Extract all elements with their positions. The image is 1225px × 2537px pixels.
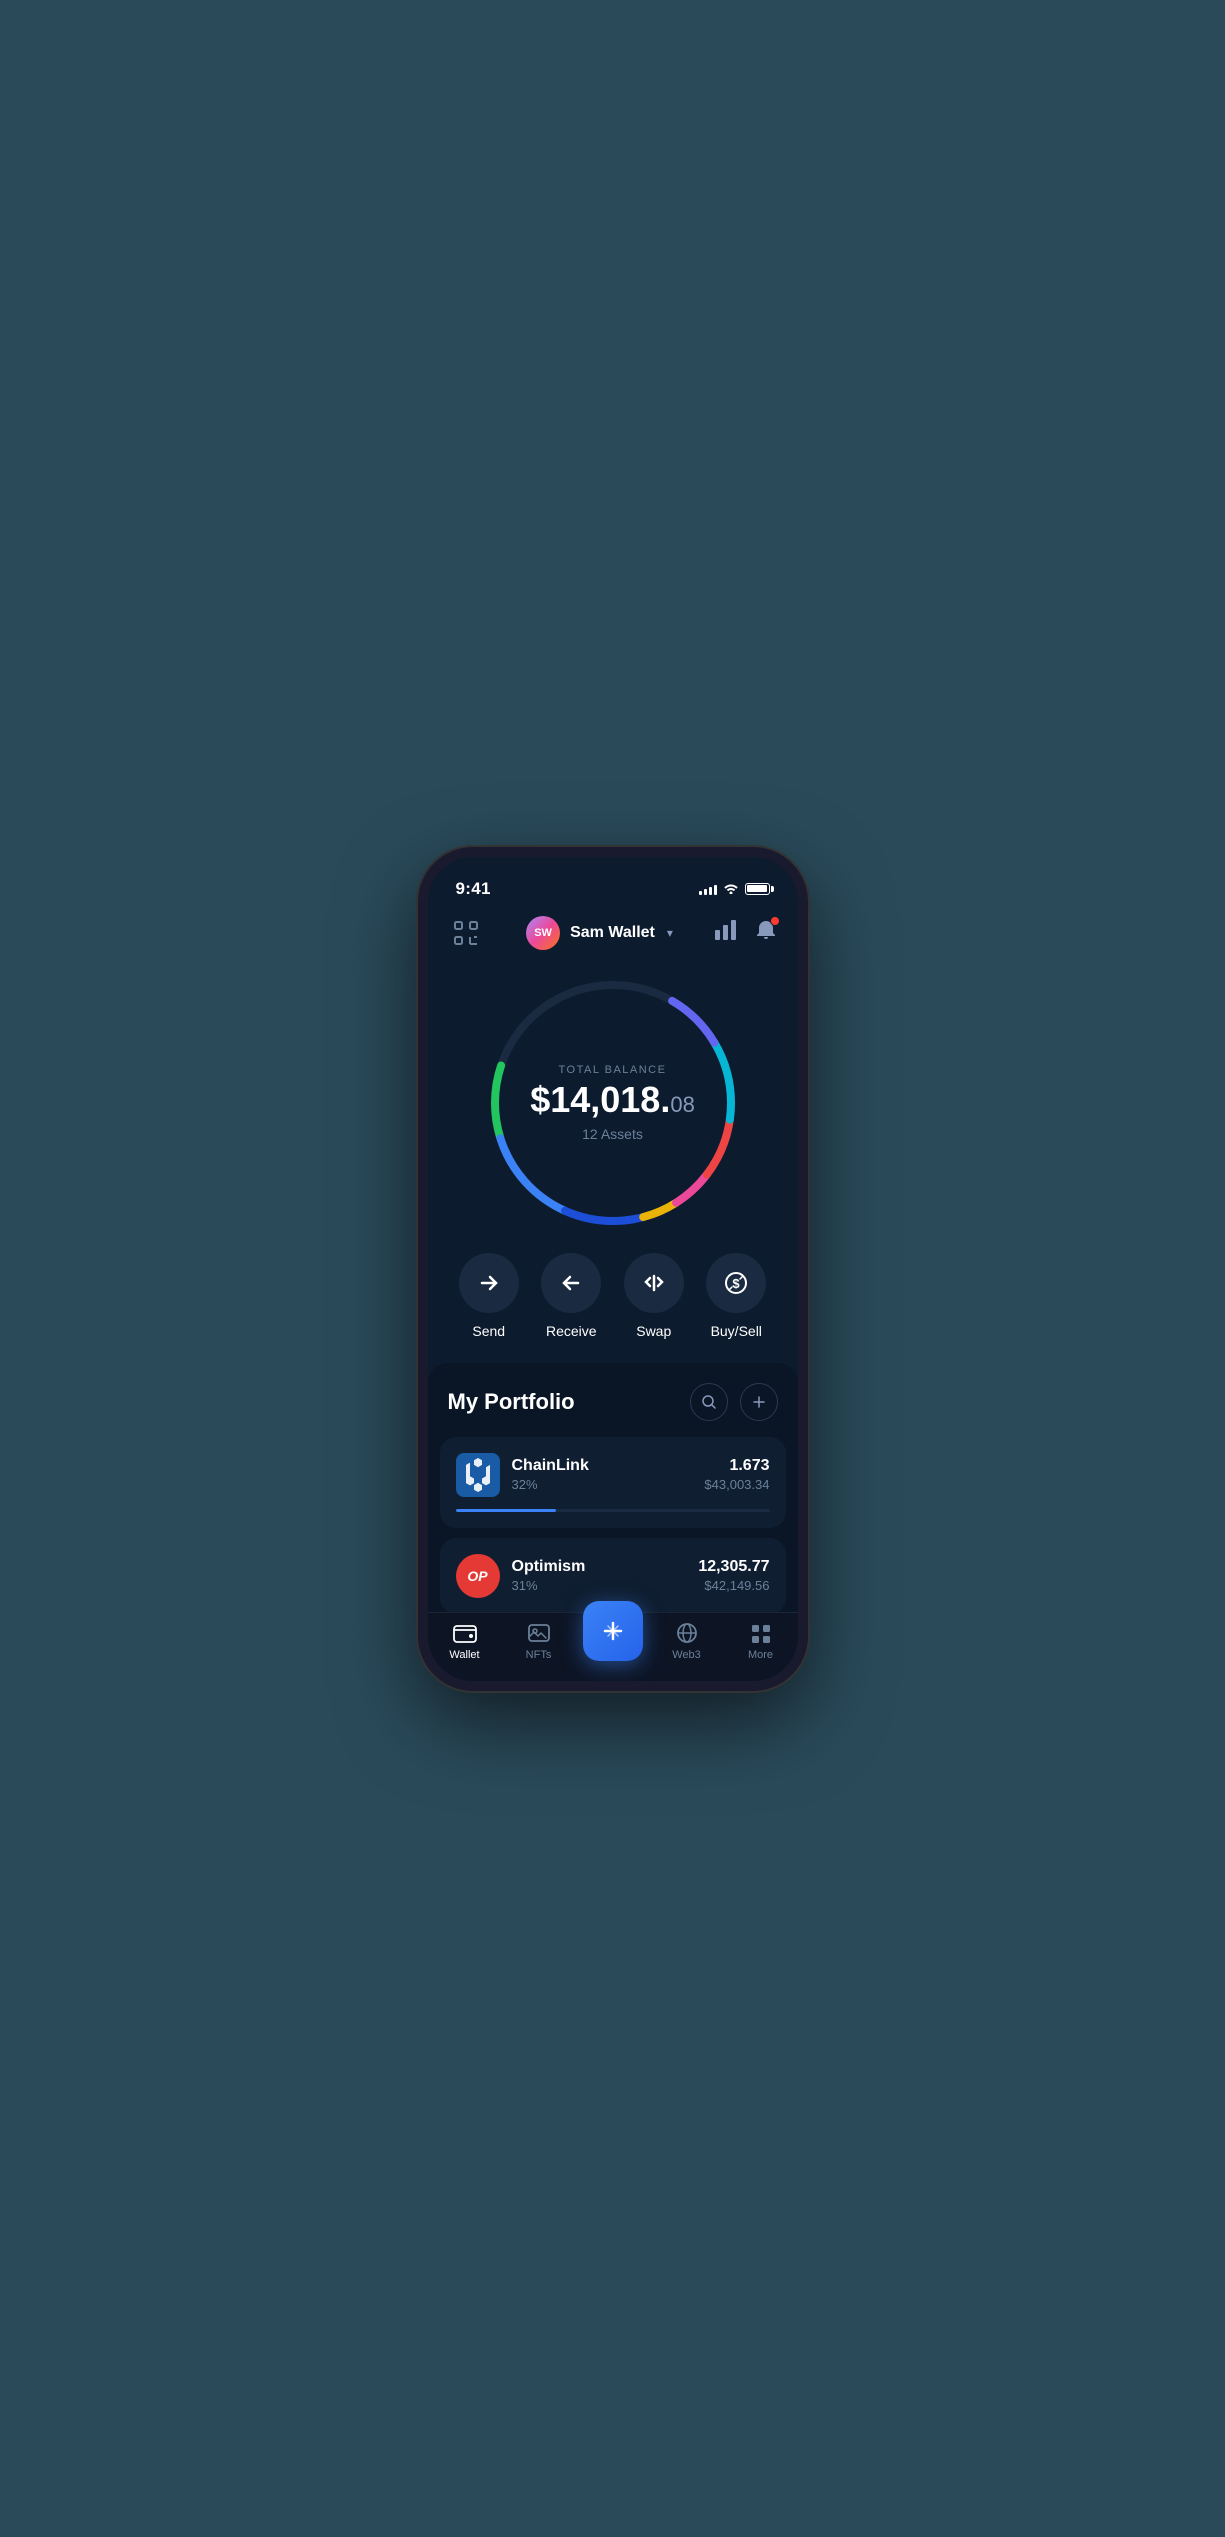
avatar: SW xyxy=(526,916,560,950)
buysell-icon: $ xyxy=(706,1253,766,1313)
nav-wallet[interactable]: Wallet xyxy=(435,1621,495,1661)
status-icons xyxy=(699,881,770,897)
asset-value: $43,003.34 xyxy=(704,1477,769,1492)
bottom-nav: Wallet NFTs xyxy=(428,1612,798,1681)
web3-icon xyxy=(675,1621,699,1645)
wallet-nav-label: Wallet xyxy=(449,1649,479,1661)
swap-button[interactable]: Swap xyxy=(624,1253,684,1339)
wifi-icon xyxy=(723,881,739,897)
screen: 9:41 xyxy=(428,857,798,1681)
notification-button[interactable] xyxy=(755,919,777,946)
asset-right: 1.673 $43,003.34 xyxy=(704,1457,769,1492)
chevron-down-icon: ▾ xyxy=(667,926,673,940)
signal-bars-icon xyxy=(699,883,717,895)
scan-button[interactable] xyxy=(448,915,484,951)
more-nav-label: More xyxy=(748,1649,773,1661)
asset-name: ChainLink xyxy=(512,1457,589,1475)
asset-left: ChainLink 32% xyxy=(456,1453,589,1497)
asset-details: Optimism 31% xyxy=(512,1558,586,1593)
battery-icon xyxy=(745,883,770,895)
portfolio-section: My Portfolio xyxy=(428,1363,798,1681)
nav-web3[interactable]: Web3 xyxy=(657,1621,717,1661)
balance-assets: 12 Assets xyxy=(523,1126,703,1142)
web3-nav-label: Web3 xyxy=(672,1649,701,1661)
asset-value: $42,149.56 xyxy=(698,1578,769,1593)
asset-progress-bar xyxy=(456,1509,770,1512)
list-item[interactable]: ChainLink 32% 1.673 $43,003.34 xyxy=(440,1437,786,1528)
status-time: 9:41 xyxy=(456,879,491,899)
portfolio-search-button[interactable] xyxy=(690,1383,728,1421)
asset-list: ChainLink 32% 1.673 $43,003.34 xyxy=(428,1437,798,1612)
portfolio-header: My Portfolio xyxy=(428,1363,798,1437)
wallet-icon xyxy=(453,1621,477,1645)
receive-icon xyxy=(541,1253,601,1313)
nfts-icon xyxy=(527,1621,551,1645)
asset-percent: 31% xyxy=(512,1578,586,1593)
portfolio-title: My Portfolio xyxy=(448,1389,575,1415)
notch xyxy=(550,857,676,891)
asset-right: 12,305.77 $42,149.56 xyxy=(698,1558,769,1593)
chainlink-logo xyxy=(456,1453,500,1497)
chart-button[interactable] xyxy=(715,920,739,945)
balance-ring: TOTAL BALANCE $14,018.08 12 Assets xyxy=(483,973,743,1233)
nav-center-button[interactable] xyxy=(583,1601,643,1661)
asset-name: Optimism xyxy=(512,1558,586,1576)
asset-amount: 1.673 xyxy=(704,1457,769,1475)
action-buttons: Send Receive Swap xyxy=(428,1253,798,1363)
swap-label: Swap xyxy=(636,1323,671,1339)
send-button[interactable]: Send xyxy=(459,1253,519,1339)
balance-amount: $14,018.08 xyxy=(523,1082,703,1118)
portfolio-add-button[interactable] xyxy=(740,1383,778,1421)
username: Sam Wallet xyxy=(570,924,655,942)
balance-section: TOTAL BALANCE $14,018.08 12 Assets xyxy=(428,963,798,1253)
asset-amount: 12,305.77 xyxy=(698,1558,769,1576)
receive-button[interactable]: Receive xyxy=(541,1253,601,1339)
send-label: Send xyxy=(472,1323,505,1339)
header: SW Sam Wallet ▾ xyxy=(428,907,798,963)
portfolio-actions xyxy=(690,1383,778,1421)
asset-row: OP Optimism 31% 12,305.77 $42,149.56 xyxy=(456,1554,770,1598)
buysell-button[interactable]: $ Buy/Sell xyxy=(706,1253,766,1339)
balance-label: TOTAL BALANCE xyxy=(523,1064,703,1076)
svg-text:$: $ xyxy=(733,1276,741,1291)
nav-nfts[interactable]: NFTs xyxy=(509,1621,569,1661)
notification-badge xyxy=(770,916,780,926)
receive-label: Receive xyxy=(546,1323,597,1339)
nav-more[interactable]: More xyxy=(731,1621,791,1661)
optimism-logo: OP xyxy=(456,1554,500,1598)
asset-details: ChainLink 32% xyxy=(512,1457,589,1492)
send-icon xyxy=(459,1253,519,1313)
asset-left: OP Optimism 31% xyxy=(456,1554,586,1598)
swap-icon xyxy=(624,1253,684,1313)
more-icon xyxy=(749,1621,773,1645)
buysell-label: Buy/Sell xyxy=(711,1323,762,1339)
nfts-nav-label: NFTs xyxy=(526,1649,552,1661)
asset-progress-fill xyxy=(456,1509,556,1512)
balance-info: TOTAL BALANCE $14,018.08 12 Assets xyxy=(523,1064,703,1142)
phone-frame: 9:41 xyxy=(418,847,808,1691)
balance-cents: 08 xyxy=(670,1092,694,1117)
header-right xyxy=(715,919,777,946)
asset-percent: 32% xyxy=(512,1477,589,1492)
user-profile-button[interactable]: SW Sam Wallet ▾ xyxy=(526,916,673,950)
asset-row: ChainLink 32% 1.673 $43,003.34 xyxy=(456,1453,770,1497)
